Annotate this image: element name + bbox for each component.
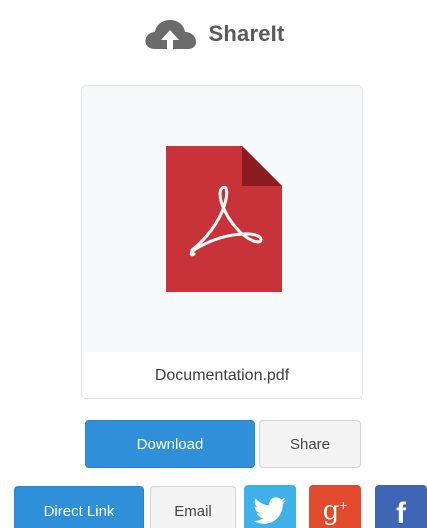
file-preview	[82, 86, 362, 352]
file-name: Documentation.pdf	[154, 367, 290, 384]
twitter-bird-icon	[253, 497, 286, 524]
google-plus-button[interactable]: g+	[309, 485, 361, 528]
pdf-file-icon	[166, 146, 282, 292]
facebook-icon: f	[396, 497, 406, 528]
share-button[interactable]: Share	[259, 420, 361, 468]
cloud-upload-icon	[144, 20, 196, 49]
share-page: ShareIt Documentation.pdf Download Share…	[0, 0, 427, 528]
twitter-button[interactable]	[244, 485, 296, 528]
file-card[interactable]: Documentation.pdf	[81, 85, 363, 399]
email-button[interactable]: Email	[150, 486, 236, 528]
app-title: ShareIt	[208, 21, 285, 46]
google-plus-icon: g+	[322, 496, 348, 526]
direct-link-button[interactable]: Direct Link	[14, 486, 144, 528]
brand-header: ShareIt	[0, 14, 427, 54]
file-name-bar: Documentation.pdf	[82, 352, 362, 398]
facebook-button[interactable]: f	[375, 485, 427, 528]
download-button[interactable]: Download	[85, 420, 255, 468]
